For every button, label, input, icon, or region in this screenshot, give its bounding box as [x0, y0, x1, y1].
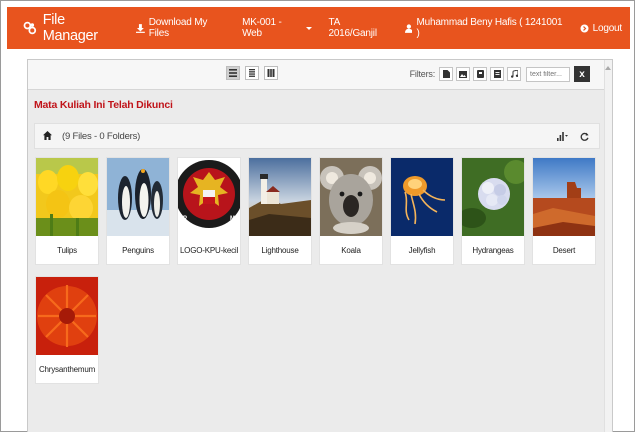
file-tile[interactable]: P M LOGO-KPU-kecil: [177, 157, 241, 265]
music-icon: [510, 70, 518, 78]
download-link[interactable]: Download My Files: [135, 17, 228, 39]
lighthouse-thumbnail: [249, 158, 311, 236]
columns-view-button[interactable]: [264, 66, 278, 80]
logout-link[interactable]: Logout: [580, 23, 622, 34]
svg-text:M: M: [230, 216, 235, 222]
filters-group: Filters: x: [410, 66, 590, 82]
list-view-button[interactable]: [245, 66, 259, 80]
chrysanthemum-thumbnail: [36, 277, 98, 355]
file-tile[interactable]: Hydrangeas: [461, 157, 525, 265]
filter-image-button[interactable]: [456, 67, 470, 81]
document-icon: [493, 70, 501, 78]
list-icon: [249, 69, 255, 77]
desert-thumbnail: [533, 158, 595, 236]
course-label: MK-001 - Web: [242, 17, 282, 39]
filter-archive-button[interactable]: [473, 67, 487, 81]
brand[interactable]: File Manager: [7, 12, 122, 44]
file-tile[interactable]: Chrysanthemum: [35, 276, 99, 384]
user-icon: [404, 23, 413, 33]
svg-text:P: P: [183, 216, 187, 222]
columns-icon: [267, 69, 275, 77]
refresh-button[interactable]: [580, 132, 589, 141]
logout-icon: [580, 24, 589, 32]
top-navbar: File Manager Download My Files MK-001 - …: [7, 7, 630, 49]
file-name: Chrysanthemum: [38, 364, 96, 374]
logo-kpu-thumbnail: P M: [178, 158, 240, 236]
brand-title: File Manager: [42, 12, 98, 44]
download-icon: [135, 23, 145, 33]
scrollbar[interactable]: [604, 60, 612, 432]
breadcrumb: (9 Files - 0 Folders): [34, 123, 600, 149]
file-manager-panel: Filters: x: [27, 59, 613, 432]
scroll-up-icon[interactable]: [605, 66, 611, 70]
filter-document-button[interactable]: [490, 67, 504, 81]
file-tile[interactable]: Tulips: [35, 157, 99, 265]
user-label: Muhammad Beny Hafis ( 1241001 ): [416, 17, 563, 39]
clear-filter-button[interactable]: x: [574, 66, 590, 82]
filter-file-button[interactable]: [439, 67, 453, 81]
image-icon: [459, 70, 467, 78]
sort-icon: [557, 131, 568, 141]
refresh-icon: [580, 132, 589, 141]
grid-icon: [229, 69, 237, 77]
file-tile[interactable]: Lighthouse: [248, 157, 312, 265]
user-link[interactable]: Muhammad Beny Hafis ( 1241001 ): [404, 17, 564, 39]
file-name: LOGO-KPU-kecil: [179, 245, 239, 255]
file-name: Penguins: [122, 245, 154, 255]
tools-icon: [23, 21, 37, 35]
file-tile[interactable]: Desert: [532, 157, 596, 265]
grid-view-button[interactable]: [226, 66, 240, 80]
download-label: Download My Files: [148, 17, 208, 39]
file-name: Jellyfish: [408, 245, 436, 255]
course-dropdown[interactable]: MK-001 - Web: [242, 17, 313, 39]
file-tile[interactable]: Koala: [319, 157, 383, 265]
file-name: Tulips: [57, 245, 77, 255]
file-name: Hydrangeas: [472, 245, 514, 255]
filters-label: Filters:: [409, 69, 436, 79]
jellyfish-thumbnail: [391, 158, 453, 236]
file-count: (9 Files - 0 Folders): [62, 130, 141, 142]
file-name: Koala: [341, 245, 361, 255]
file-icon: [442, 70, 450, 78]
archive-icon: [476, 70, 484, 78]
hydrangeas-thumbnail: [462, 158, 524, 236]
locked-notice: Mata Kuliah Ini Telah Dikunci: [34, 99, 173, 111]
toolbar: Filters: x: [28, 60, 612, 90]
koala-thumbnail: [320, 158, 382, 236]
file-name: Desert: [552, 245, 576, 255]
sort-button[interactable]: [557, 131, 568, 141]
file-tile[interactable]: Penguins: [106, 157, 170, 265]
term-link[interactable]: TA 2016/Ganjil: [328, 17, 388, 39]
filter-text-input[interactable]: [526, 66, 570, 82]
term-label: TA 2016/Ganjil: [328, 17, 377, 39]
logout-label: Logout: [592, 22, 623, 34]
window-frame: File Manager Download My Files MK-001 - …: [0, 0, 635, 432]
home-button[interactable]: [43, 127, 52, 145]
home-icon: [43, 131, 52, 140]
file-name: Lighthouse: [261, 245, 299, 255]
file-tile[interactable]: Jellyfish: [390, 157, 454, 265]
view-mode-group: [226, 66, 283, 80]
tulips-thumbnail: [36, 158, 98, 236]
penguins-thumbnail: [107, 158, 169, 236]
filter-music-button[interactable]: [507, 67, 521, 81]
